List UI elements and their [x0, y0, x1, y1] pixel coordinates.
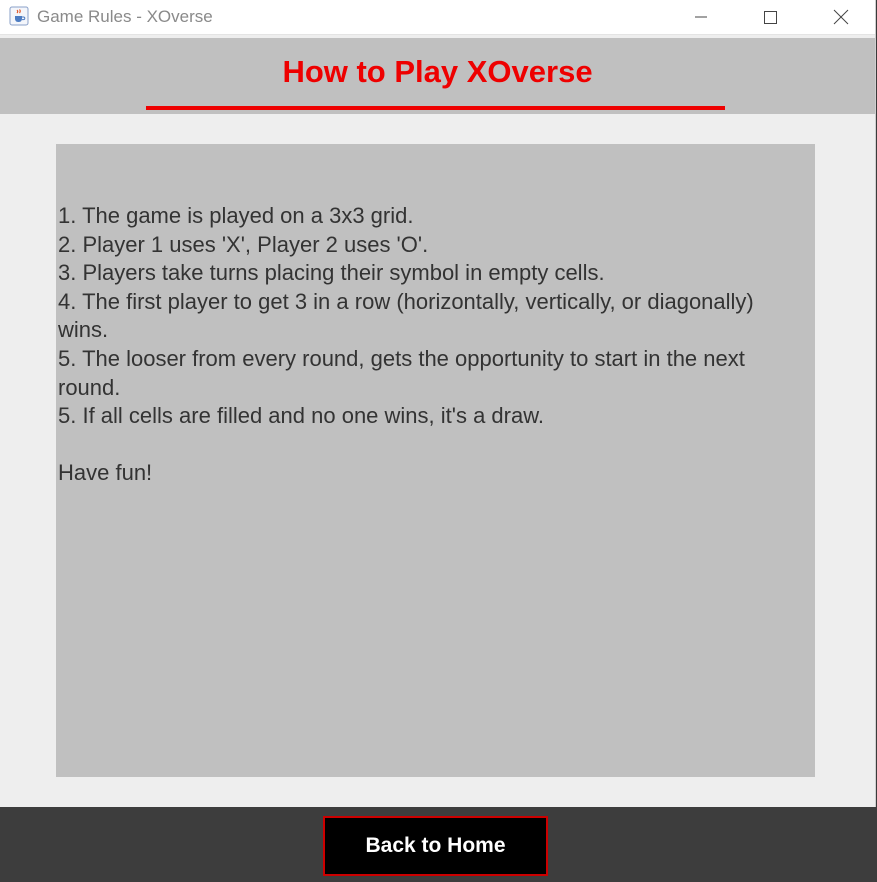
rules-content: 1. The game is played on a 3x3 grid. 2. … [58, 202, 798, 488]
title-underline [146, 106, 725, 110]
rule-line-5: 5. The looser from every round, gets the… [58, 345, 751, 400]
rule-line-3: 3. Players take turns placing their symb… [58, 260, 605, 286]
maximize-icon [763, 10, 777, 24]
rule-line-1: 1. The game is played on a 3x3 grid. [58, 203, 414, 228]
rule-line-2: 2. Player 1 uses 'X', Player 2 uses 'O'. [58, 231, 429, 257]
page-title: How to Play XOverse [282, 54, 593, 89]
close-icon [833, 9, 849, 25]
back-to-home-button[interactable]: Back to Home [323, 816, 548, 876]
window-title: Game Rules - XOverse [37, 7, 213, 26]
minimize-button[interactable] [673, 0, 729, 34]
close-button[interactable] [813, 0, 869, 34]
title-bar[interactable]: Game Rules - XOverse [0, 0, 875, 35]
rule-line-4: 4. The first player to get 3 in a row (h… [58, 288, 760, 343]
closing-line: Have fun! [58, 460, 153, 486]
rules-window: Game Rules - XOverse How to Play XOverse [0, 0, 876, 882]
java-cup-icon [9, 6, 29, 26]
rule-line-6: 5. If all cells are filled and no one wi… [58, 403, 545, 429]
footer-bar: Back to Home [0, 807, 877, 882]
rules-text-area[interactable]: 1. The game is played on a 3x3 grid. 2. … [56, 144, 815, 777]
header-banner: How to Play XOverse [0, 38, 875, 114]
maximize-button[interactable] [742, 0, 798, 34]
minimize-icon [694, 10, 708, 24]
